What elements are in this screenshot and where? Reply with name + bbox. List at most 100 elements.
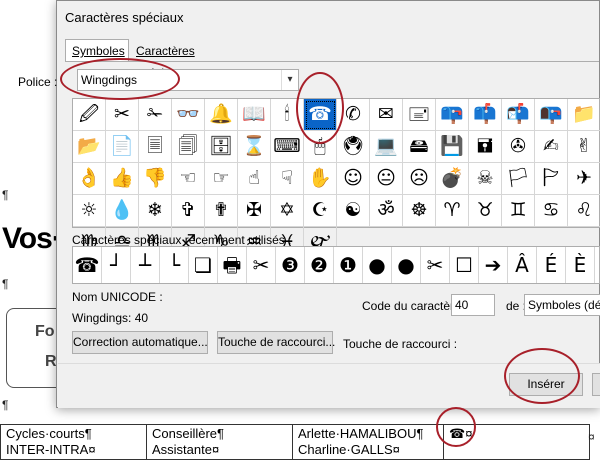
symbol-cell[interactable]: ☺	[337, 163, 370, 195]
recent-symbol-cell[interactable]: └	[160, 247, 189, 283]
symbol-cell[interactable]: 🖃	[403, 99, 436, 131]
symbol-cell[interactable]: ✋	[304, 163, 337, 195]
symbol-cell[interactable]: ☝	[238, 163, 271, 195]
document-table: Cycles·courts¶ INTER-INTRA¤ Conseillère¶…	[0, 424, 590, 460]
recent-symbol-cell[interactable]: Â	[508, 247, 537, 283]
table-cell[interactable]: Cycles·courts¶ INTER-INTRA¤	[0, 424, 147, 460]
insert-button[interactable]: Insérer	[509, 373, 583, 396]
symbol-cell[interactable]: 😐	[370, 163, 403, 195]
symbol-cell[interactable]: 👍	[106, 163, 139, 195]
symbol-cell[interactable]: 💻	[370, 131, 403, 163]
symbol-cell[interactable]: 📖	[238, 99, 271, 131]
symbol-cell[interactable]: ✠	[238, 195, 271, 227]
recent-symbol-cell[interactable]: ❷	[305, 247, 334, 283]
symbol-cell[interactable]: ☹	[403, 163, 436, 195]
symbol-cell[interactable]: 🕯	[271, 99, 304, 131]
symbol-cell[interactable]: ✁	[139, 99, 172, 131]
tab-symbols[interactable]: Symboles	[65, 39, 129, 61]
symbol-cell[interactable]: ✉	[370, 99, 403, 131]
symbol-cell[interactable]: ✍	[535, 131, 568, 163]
symbol-cell[interactable]: 🏱	[535, 163, 568, 195]
autocorrect-button[interactable]: Correction automatique...	[72, 331, 208, 354]
symbol-cell[interactable]: 🔔	[205, 99, 238, 131]
symbol-cell-selected[interactable]: ☎	[304, 99, 337, 131]
symbol-cell[interactable]: ☞	[205, 163, 238, 195]
symbol-cell[interactable]: ✡	[271, 195, 304, 227]
symbol-cell[interactable]: 📂	[73, 131, 106, 163]
symbol-cell[interactable]: 💾	[436, 131, 469, 163]
recent-symbol-cell[interactable]: ☐	[450, 247, 479, 283]
recent-symbol-cell[interactable]: ❏	[189, 247, 218, 283]
recent-symbol-cell[interactable]: ┘	[102, 247, 131, 283]
symbol-cell[interactable]: ♋	[535, 195, 568, 227]
recent-symbol-cell[interactable]: ❸	[276, 247, 305, 283]
symbol-cell[interactable]: ✌	[568, 131, 600, 163]
symbol-cell[interactable]: ☸	[403, 195, 436, 227]
symbol-cell[interactable]: ✟	[205, 195, 238, 227]
symbol-cell[interactable]: ☪	[304, 195, 337, 227]
symbol-cell[interactable]: ☼	[73, 195, 106, 227]
chevron-down-icon[interactable]: ▾	[281, 70, 298, 90]
tab-special-characters[interactable]: Caractères spéciaux	[129, 39, 241, 80]
symbol-cell[interactable]: 🗐	[172, 131, 205, 163]
recent-symbol-cell[interactable]: ☎	[73, 247, 102, 283]
symbol-cell[interactable]: 📫	[469, 99, 502, 131]
cancel-button-edge[interactable]	[592, 373, 600, 396]
symbol-cell[interactable]: 🖴	[403, 131, 436, 163]
document-shape-text: R	[45, 353, 57, 370]
symbol-cell[interactable]: ✞	[172, 195, 205, 227]
recent-symbol-cell[interactable]: ➔	[479, 247, 508, 283]
symbol-cell[interactable]: 🖲	[337, 131, 370, 163]
symbol-cell[interactable]: ❄	[139, 195, 172, 227]
shortcut-key-button[interactable]: Touche de raccourci...	[217, 331, 335, 354]
recent-symbol-cell[interactable]: ●	[363, 247, 392, 283]
table-cell[interactable]: Conseillère¶ Assistante¤	[146, 424, 293, 460]
recent-symbol-cell[interactable]: ✂	[247, 247, 276, 283]
symbol-cell[interactable]: 🖬	[469, 131, 502, 163]
symbol-cell[interactable]: ✆	[337, 99, 370, 131]
symbol-cell[interactable]: ✈	[568, 163, 600, 195]
symbol-cell[interactable]: ✂	[106, 99, 139, 131]
symbol-cell[interactable]: 👌	[73, 163, 106, 195]
symbol-cell[interactable]: 🗏	[139, 131, 172, 163]
recent-symbol-cell[interactable]: É	[537, 247, 566, 283]
symbol-cell[interactable]: 💣	[436, 163, 469, 195]
symbol-cell[interactable]: ☠	[469, 163, 502, 195]
symbol-cell[interactable]: 🖉	[73, 99, 106, 131]
symbol-cell[interactable]: 📭	[535, 99, 568, 131]
symbol-cell[interactable]: 📬	[502, 99, 535, 131]
symbol-cell[interactable]: ☟	[271, 163, 304, 195]
symbol-cell[interactable]: ♊	[502, 195, 535, 227]
cell-text: Assistante¤	[152, 442, 220, 457]
table-row: Cycles·courts¶ INTER-INTRA¤ Conseillère¶…	[0, 424, 590, 460]
symbol-cell[interactable]: ॐ	[370, 195, 403, 227]
symbol-cell[interactable]: 👎	[139, 163, 172, 195]
symbol-cell[interactable]: ⌛	[238, 131, 271, 163]
symbol-cell[interactable]: 📁	[568, 99, 600, 131]
symbol-cell[interactable]: 👓	[172, 99, 205, 131]
font-select[interactable]: Wingdings ▾	[77, 69, 299, 91]
symbol-cell[interactable]: 📄	[106, 131, 139, 163]
recent-symbol-cell[interactable]: ❶	[334, 247, 363, 283]
recent-symbol-cell[interactable]: ●	[392, 247, 421, 283]
symbol-cell[interactable]: 💧	[106, 195, 139, 227]
symbol-cell[interactable]: ☜	[172, 163, 205, 195]
symbol-cell[interactable]: ⌨	[271, 131, 304, 163]
table-cell[interactable]: ☎¤	[443, 424, 590, 460]
recent-symbol-cell[interactable]: 🖶	[218, 247, 247, 283]
symbol-cell[interactable]: ♉	[469, 195, 502, 227]
table-cell[interactable]: Arlette·HAMALIBOU¶ Charline·GALLS¤	[292, 424, 444, 460]
from-select[interactable]: Symboles (décimal)	[524, 294, 600, 316]
symbol-cell[interactable]: 📪	[436, 99, 469, 131]
symbol-cell[interactable]: ☯	[337, 195, 370, 227]
symbol-cell[interactable]: 🗄	[205, 131, 238, 163]
symbol-cell[interactable]: ♌	[568, 195, 600, 227]
recent-symbol-cell[interactable]: ┴	[131, 247, 160, 283]
symbol-cell[interactable]: 🏳	[502, 163, 535, 195]
recent-symbol-cell[interactable]: È	[566, 247, 595, 283]
symbol-cell[interactable]: 🖱	[304, 131, 337, 163]
symbol-cell[interactable]: ♈	[436, 195, 469, 227]
recent-symbol-cell[interactable]: ✂	[421, 247, 450, 283]
symbol-cell[interactable]: ✇	[502, 131, 535, 163]
character-code-input[interactable]: 40	[451, 294, 495, 316]
